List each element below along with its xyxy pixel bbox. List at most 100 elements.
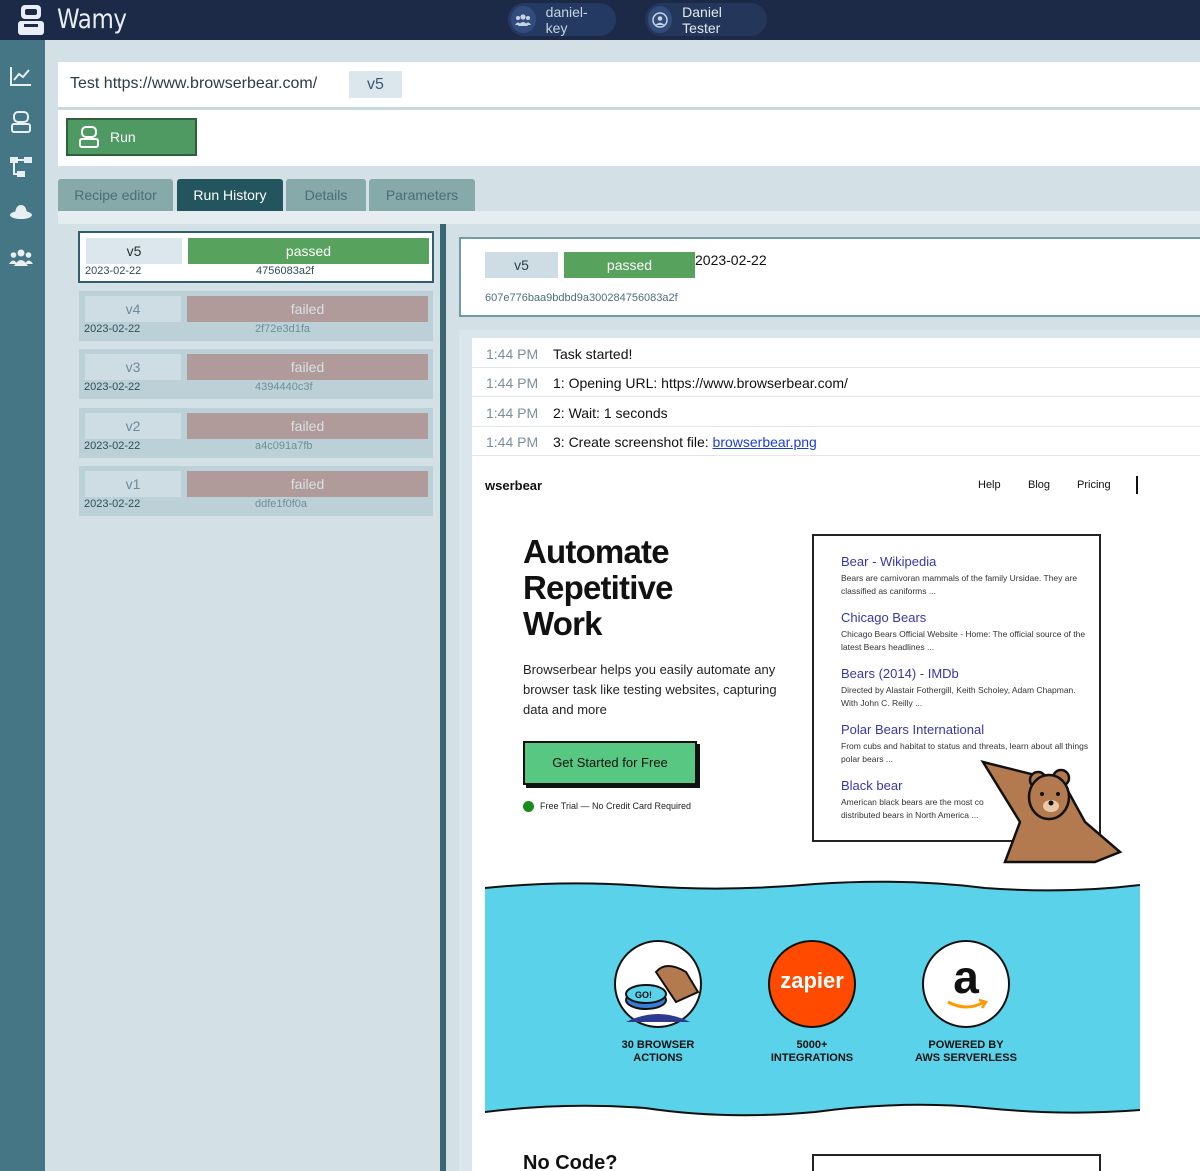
- robot-icon[interactable]: [9, 110, 33, 134]
- history-version: v1: [85, 471, 181, 497]
- site-nav-help: Help: [978, 479, 1001, 491]
- log-message: 3: Create screenshot file: browserbear.p…: [553, 434, 817, 450]
- panel-divider[interactable]: [440, 224, 446, 1171]
- log-time: 1:44 PM: [486, 405, 539, 421]
- user-name: Daniel Tester: [682, 3, 722, 36]
- history-item-v4[interactable]: v4 failed 2023-02-22 2f72e3d1fa: [79, 291, 433, 341]
- feature-line: ACTIONS: [633, 1052, 683, 1064]
- result-title: Chicago Bears: [841, 610, 927, 625]
- log-row: 1:44 PM 1: Opening URL: https://www.brow…: [472, 368, 1200, 397]
- history-status-failed: failed: [187, 354, 428, 380]
- workflow-icon[interactable]: [9, 155, 33, 179]
- hero-line: Repetitive: [523, 569, 674, 606]
- site-nav-blog: Blog: [1028, 479, 1051, 491]
- result-title: Bear - Wikipedia: [841, 554, 937, 569]
- history-version: v3: [85, 354, 181, 380]
- result-desc: Bears are carnivoran mammals of the fami…: [841, 573, 1078, 596]
- version-badge: v5: [349, 71, 402, 98]
- log-row: 1:44 PM 3: Create screenshot file: brows…: [472, 427, 1200, 456]
- history-version: v2: [85, 413, 181, 439]
- user-pill[interactable]: Daniel Tester: [645, 3, 767, 36]
- log-time: 1:44 PM: [486, 375, 539, 391]
- team-icon[interactable]: [9, 246, 33, 270]
- chart-icon[interactable]: [9, 64, 33, 88]
- history-status-passed: passed: [188, 238, 429, 264]
- top-bar: Wamy daniel-key Daniel Tester: [0, 0, 1200, 40]
- feature-line: POWERED BY: [928, 1039, 1004, 1051]
- robot-logo-icon[interactable]: [15, 3, 47, 37]
- feature-label-integrations: 5000+ INTEGRATIONS: [742, 1039, 882, 1065]
- site-hero-heading: Automate Repetitive Work: [523, 534, 674, 642]
- log-message: 1: Opening URL: https://www.browserbear.…: [553, 375, 848, 391]
- feature-line: 5000+: [796, 1039, 828, 1051]
- log-message: 2: Wait: 1 seconds: [553, 405, 668, 421]
- history-version: v5: [86, 238, 182, 264]
- zapier-badge: zapier: [768, 940, 856, 1028]
- search-result: Chicago Bears Chicago Bears Official Web…: [841, 610, 1091, 654]
- feature-line: AWS SERVERLESS: [915, 1052, 1017, 1064]
- history-status-failed: failed: [187, 296, 428, 322]
- log-time: 1:44 PM: [486, 346, 539, 362]
- feature-label-aws: POWERED BY AWS SERVERLESS: [896, 1039, 1036, 1065]
- run-detail-card: v5 passed 2023-02-22 607e776baa9bdbd9a30…: [459, 237, 1200, 317]
- history-status-failed: failed: [187, 413, 428, 439]
- run-button[interactable]: Run: [66, 118, 197, 156]
- history-date: 2023-02-22: [84, 440, 141, 452]
- site-nav-divider: [1136, 476, 1138, 494]
- result-title: Bears (2014) - IMDb: [841, 666, 959, 681]
- detail-version: v5: [485, 252, 558, 278]
- history-item-v1[interactable]: v1 failed 2023-02-22 ddfe1f0f0a: [79, 466, 433, 516]
- history-item-v2[interactable]: v2 failed 2023-02-22 a4c091a7fb: [79, 408, 433, 458]
- feature-line: INTEGRATIONS: [770, 1052, 854, 1064]
- site-nav-pricing: Pricing: [1077, 479, 1111, 491]
- detail-hash: 607e776baa9bdbd9a300284756083a2f: [485, 292, 678, 304]
- detail-date: 2023-02-22: [695, 252, 767, 268]
- history-item-v3[interactable]: v3 failed 2023-02-22 4394440c3f: [79, 349, 433, 399]
- history-hash: ddfe1f0f0a: [255, 498, 307, 510]
- site-trial-note: Free Trial — No Credit Card Required: [540, 801, 692, 811]
- team-icon: [511, 6, 536, 33]
- result-desc: Directed by Alastair Fothergill, Keith S…: [841, 685, 1076, 708]
- go-badge-text: GO!: [635, 990, 652, 1000]
- bear-illustration: [980, 760, 1123, 864]
- detail-status: passed: [564, 252, 695, 278]
- tab-recipe-editor[interactable]: Recipe editor: [58, 179, 173, 211]
- app-title: Wamy: [57, 4, 127, 35]
- history-hash: 4394440c3f: [255, 381, 313, 393]
- run-button-label: Run: [110, 129, 136, 145]
- amazon-smile-icon: [947, 998, 988, 1009]
- log-row: 1:44 PM 2: Wait: 1 seconds: [472, 398, 1200, 427]
- tab-parameters[interactable]: Parameters: [369, 179, 475, 211]
- feature-label-actions: 30 BROWSER ACTIONS: [588, 1039, 728, 1065]
- tab-run-history[interactable]: Run History: [177, 179, 283, 211]
- site-box: [812, 1154, 1101, 1171]
- status-dot: [523, 801, 534, 812]
- search-result: Bears (2014) - IMDb Directed by Alastair…: [841, 666, 1091, 710]
- tabs-underline: [58, 211, 1200, 224]
- robot-icon: [79, 126, 99, 148]
- aws-badge: a: [922, 940, 1010, 1028]
- tab-details[interactable]: Details: [286, 179, 366, 211]
- go-button-icon: GO!: [625, 965, 700, 1022]
- history-date: 2023-02-22: [84, 323, 141, 335]
- hero-line: Work: [523, 605, 603, 642]
- amazon-logo-icon: a: [953, 951, 979, 1003]
- site-cta-button: Get Started for Free: [523, 741, 697, 785]
- test-title: Test https://www.browserbear.com/: [70, 75, 318, 92]
- history-date: 2023-02-22: [84, 381, 141, 393]
- history-item-v5[interactable]: v5 passed 2023-02-22 4756083a2f: [78, 231, 434, 283]
- history-date: 2023-02-22: [85, 265, 142, 277]
- log-row: 1:44 PM Task started!: [472, 339, 1200, 368]
- screenshot-preview[interactable]: wserbear Help Blog Pricing Automate Repe…: [485, 462, 1140, 1171]
- screenshot-file-link[interactable]: browserbear.png: [713, 434, 817, 450]
- test-header: Test https://www.browserbear.com/ v5 Run: [58, 62, 1200, 166]
- browser-actions-badge: GO!: [614, 940, 702, 1028]
- history-hash: 4756083a2f: [256, 265, 315, 277]
- search-result: Bear - Wikipedia Bears are carnivoran ma…: [841, 554, 1091, 598]
- api-key-pill[interactable]: daniel-key: [508, 3, 616, 36]
- api-key-label: daniel-key: [545, 3, 588, 36]
- history-hash: 2f72e3d1fa: [255, 323, 311, 335]
- log-message: Task started!: [553, 346, 633, 362]
- hat-icon[interactable]: [9, 200, 33, 224]
- site-hero-subtitle: Browserbear helps you easily automate an…: [523, 662, 777, 717]
